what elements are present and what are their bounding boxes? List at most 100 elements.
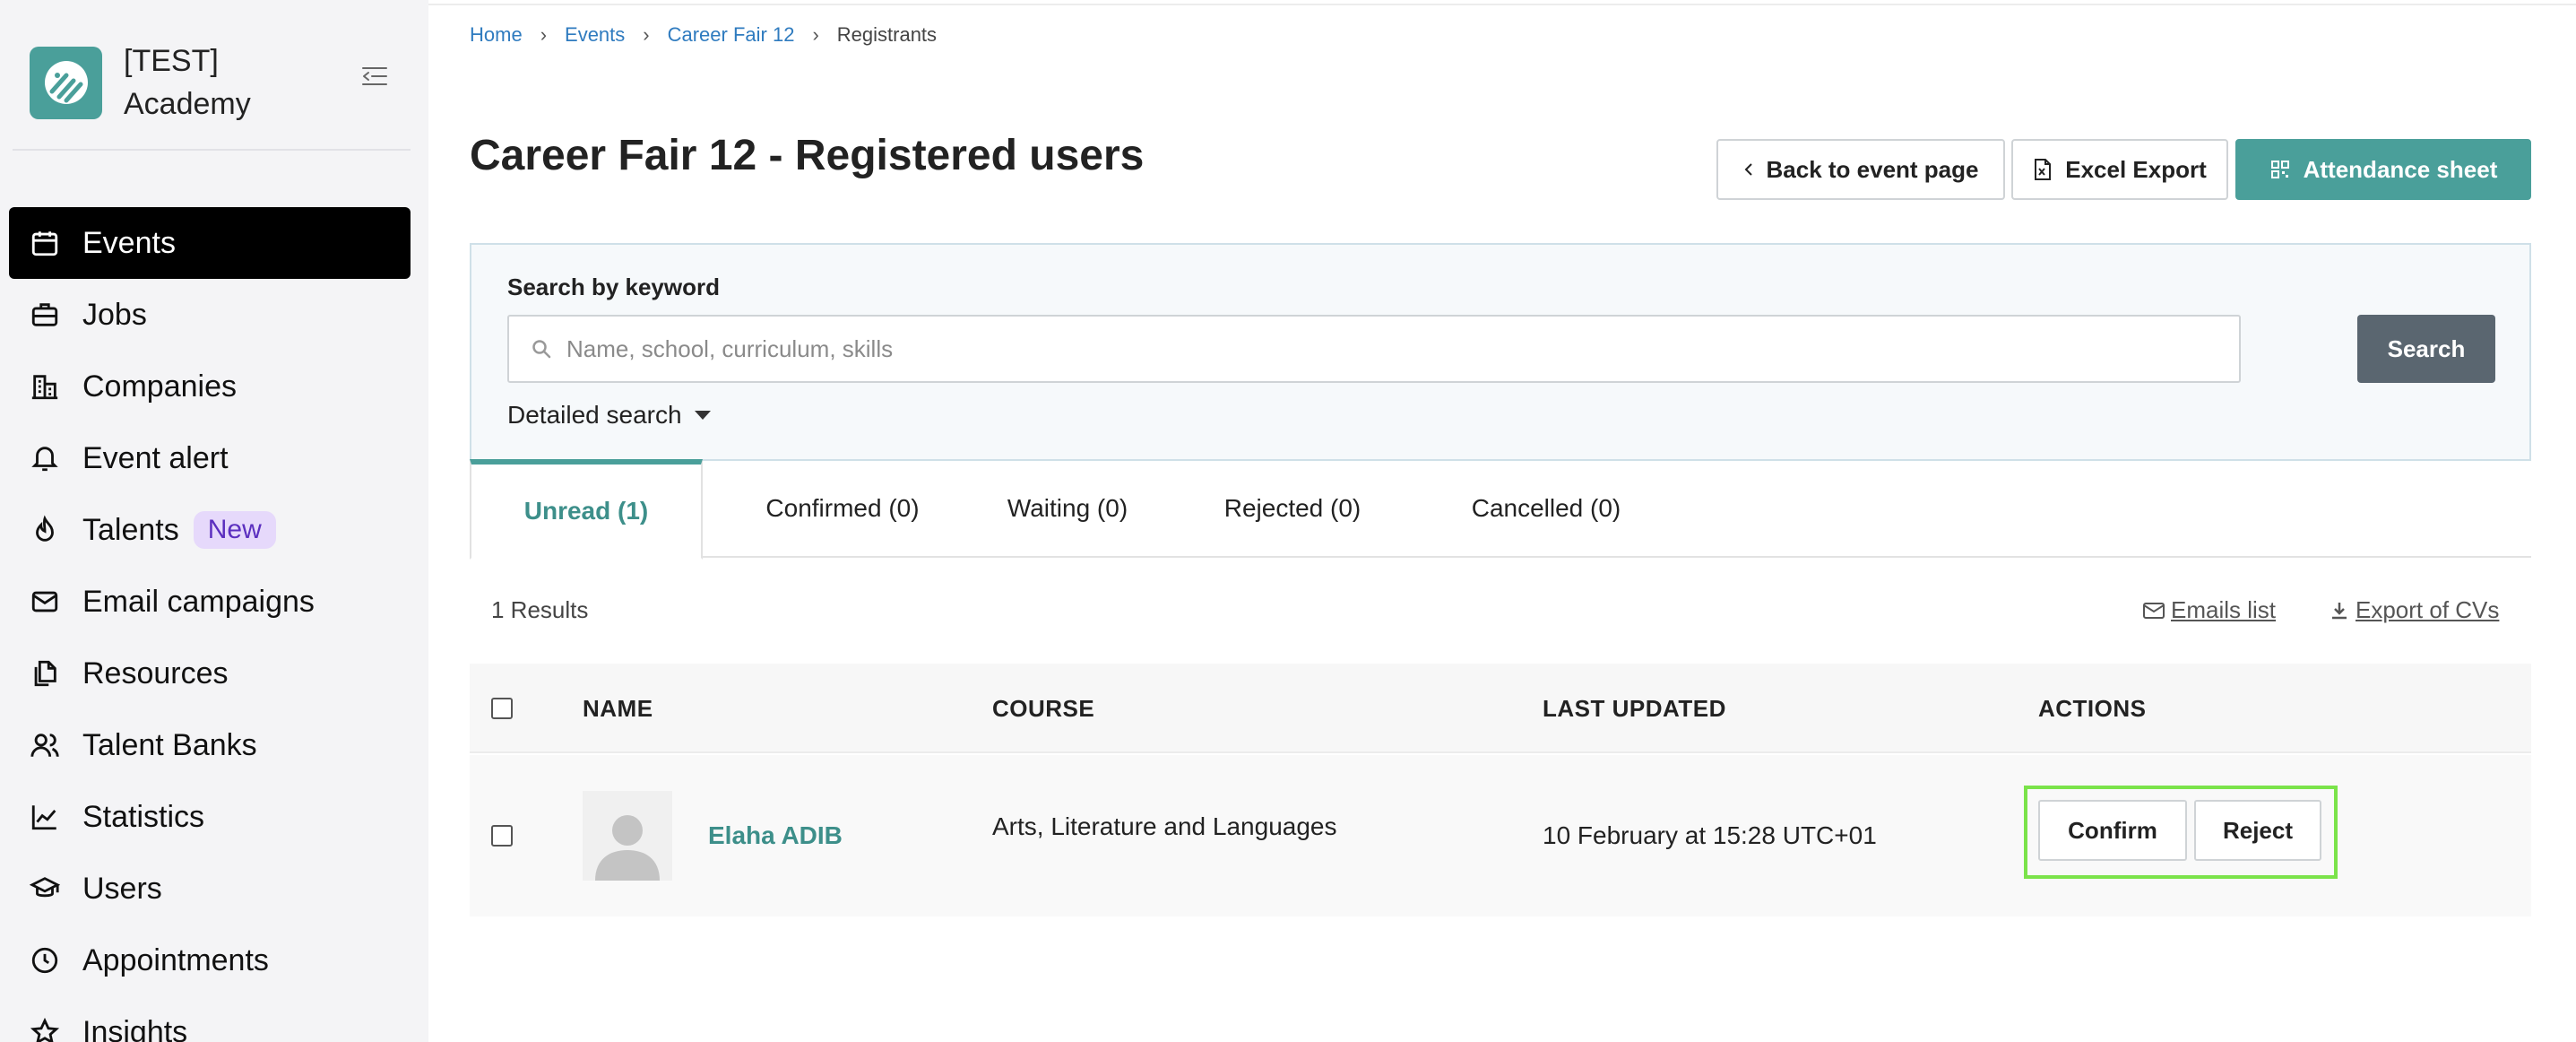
search-box[interactable] [507, 315, 2241, 383]
top-border [428, 0, 2576, 5]
chevron-right-icon: › [540, 23, 548, 46]
sidebar-item-users[interactable]: Users [9, 853, 411, 925]
bell-icon [27, 440, 63, 476]
clock-icon [27, 942, 63, 978]
tab-rejected[interactable]: Rejected (0) [1153, 459, 1432, 558]
emails-list-label: Emails list [2171, 596, 2277, 623]
column-header-last-updated: LAST UPDATED [1543, 694, 1726, 722]
sidebar-item-label: Users [82, 871, 162, 906]
collapse-sidebar-button[interactable] [359, 63, 391, 90]
status-tabs: Unread (1) Confirmed (0) Waiting (0) Rej… [470, 459, 2531, 560]
breadcrumb-events[interactable]: Events [565, 23, 625, 47]
sidebar-item-jobs[interactable]: Jobs [9, 279, 411, 351]
column-header-name: NAME [583, 694, 653, 722]
chevron-left-icon [1744, 163, 1752, 176]
download-icon [2332, 602, 2347, 619]
back-to-event-label: Back to event page [1766, 155, 1979, 183]
export-cvs-label: Export of CVs [2356, 596, 2500, 623]
sidebar-item-talent-banks[interactable]: Talent Banks [9, 709, 411, 781]
sidebar-item-label: Insights [82, 1014, 188, 1042]
sidebar-item-label: Email campaigns [82, 584, 315, 619]
select-all-checkbox[interactable] [491, 698, 513, 719]
breadcrumb-current: Registrants [836, 23, 938, 46]
chart-line-icon [27, 799, 63, 835]
building-icon [27, 369, 63, 404]
name-cell: Elaha ADIB [583, 755, 843, 916]
calendar-icon [27, 225, 63, 261]
sidebar-item-label: Event alert [82, 440, 229, 475]
default-user-icon [595, 815, 660, 881]
qr-code-icon [2270, 161, 2289, 178]
sidebar-item-label: Companies [82, 369, 237, 404]
sidebar-item-resources[interactable]: Resources [9, 638, 411, 709]
confirm-button[interactable]: Confirm [2038, 800, 2187, 861]
breadcrumb-home[interactable]: Home [470, 23, 523, 47]
row-checkbox[interactable] [491, 825, 513, 847]
avatar[interactable] [583, 791, 672, 881]
caret-down-icon [694, 411, 711, 420]
sidebar-item-label: Jobs [82, 297, 147, 332]
brand-name: [TEST] Academy [124, 39, 251, 126]
chevron-right-icon: › [812, 23, 819, 46]
column-header-actions: ACTIONS [2038, 694, 2147, 722]
tab-confirmed[interactable]: Confirmed (0) [703, 459, 982, 558]
tab-unread[interactable]: Unread (1) [470, 459, 703, 560]
search-input[interactable] [566, 334, 2180, 363]
brand[interactable]: [TEST] Academy [30, 39, 251, 126]
excel-file-icon [2035, 159, 2052, 180]
results-count: 1 Results [491, 596, 589, 623]
column-header-course: COURSE [992, 694, 1095, 722]
sidebar-item-label: Resources [82, 656, 229, 690]
sidebar-item-label: Appointments [82, 942, 269, 977]
export-cvs-link[interactable]: Export of CVs [2329, 596, 2499, 624]
sidebar-item-events[interactable]: Events [9, 207, 411, 279]
sidebar-item-event-alert[interactable]: Event alert [9, 422, 411, 494]
brand-name-line1: [TEST] [124, 44, 219, 78]
sidebar-item-label: Events [82, 225, 176, 260]
breadcrumb: Home › Events › Career Fair 12 › Registr… [470, 23, 937, 47]
search-button[interactable]: Search [2357, 315, 2495, 383]
detailed-search-toggle[interactable]: Detailed search [507, 401, 711, 430]
table-row: Elaha ADIB Arts, Literature and Language… [470, 755, 2531, 916]
sidebar-nav: Events Jobs Companies Event alert Talent… [9, 207, 411, 1042]
excel-export-button[interactable]: Excel Export [2011, 139, 2228, 200]
search-icon [532, 340, 551, 359]
sidebar-item-statistics[interactable]: Statistics [9, 781, 411, 853]
collapse-menu-icon [362, 67, 387, 85]
detailed-search-label: Detailed search [507, 401, 682, 429]
academy-logo [30, 46, 102, 119]
sidebar-item-label: Talent Banks [82, 727, 257, 762]
last-updated-cell: 10 February at 15:28 UTC+01 [1543, 821, 1877, 849]
emails-list-link[interactable]: Emails list [2142, 596, 2276, 624]
tab-waiting[interactable]: Waiting (0) [982, 459, 1153, 558]
users-icon [27, 727, 63, 763]
sidebar-item-appointments[interactable]: Appointments [9, 925, 411, 996]
attendance-sheet-button[interactable]: Attendance sheet [2235, 139, 2531, 200]
sidebar-item-insights[interactable]: Insights [9, 996, 411, 1042]
files-icon [27, 656, 63, 691]
mail-icon [27, 584, 63, 620]
excel-export-label: Excel Export [2065, 155, 2207, 183]
chevron-right-icon: › [643, 23, 650, 46]
sidebar-item-email-campaigns[interactable]: Email campaigns [9, 566, 411, 638]
tab-cancelled[interactable]: Cancelled (0) [1432, 459, 1660, 558]
sidebar-item-label: Talents [82, 512, 179, 547]
sidebar-item-label: Statistics [82, 799, 205, 834]
sidebar-item-companies[interactable]: Companies [9, 351, 411, 422]
sidebar: [TEST] Academy Events Jobs Companies Eve… [0, 0, 428, 1042]
back-to-event-button[interactable]: Back to event page [1716, 139, 2005, 200]
sidebar-divider [13, 149, 411, 151]
graduation-cap-icon [27, 871, 63, 907]
sidebar-item-talents[interactable]: Talents New [9, 494, 411, 566]
star-icon [27, 1014, 63, 1042]
actions-highlight: Confirm Reject [2024, 786, 2338, 879]
table-header: NAME COURSE LAST UPDATED ACTIONS [470, 664, 2531, 753]
attendance-sheet-label: Attendance sheet [2303, 155, 2498, 183]
course-cell: Arts, Literature and Languages [992, 812, 1337, 840]
user-name-link[interactable]: Elaha ADIB [708, 821, 843, 850]
brand-name-line2: Academy [124, 87, 251, 121]
row-select-cell [491, 755, 513, 916]
search-label: Search by keyword [507, 274, 720, 300]
reject-button[interactable]: Reject [2194, 800, 2321, 861]
breadcrumb-career-fair[interactable]: Career Fair 12 [668, 23, 795, 47]
